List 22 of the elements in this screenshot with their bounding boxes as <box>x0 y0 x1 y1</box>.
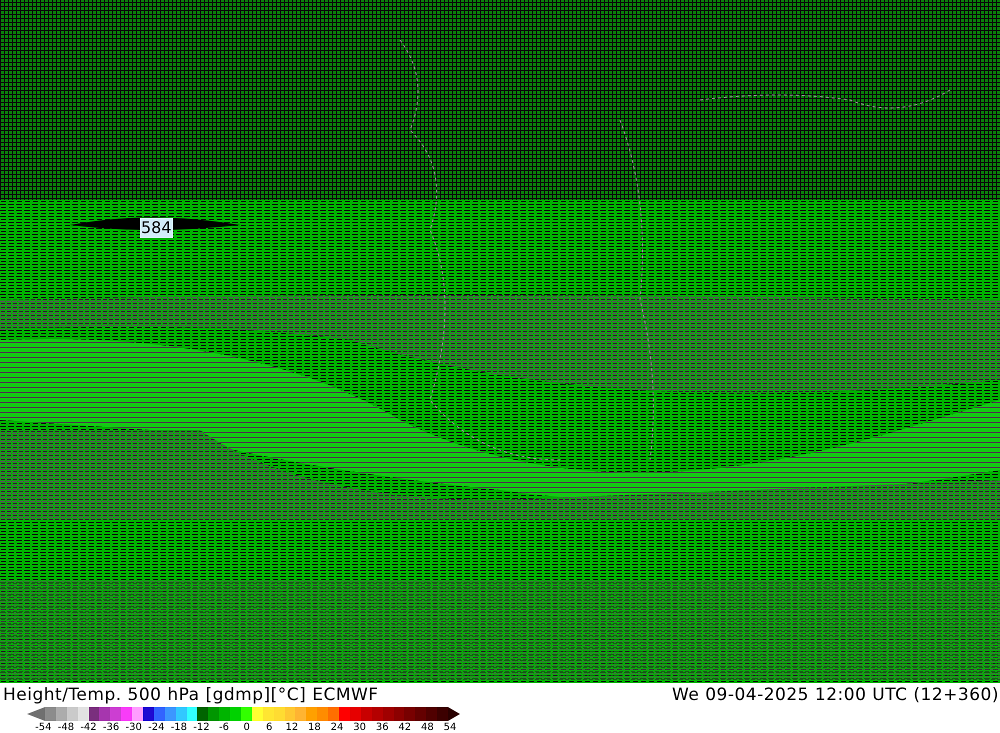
legend-tick-label: -30 <box>124 722 143 733</box>
map-title: Height/Temp. 500 hPa [gdmp][°C] ECMWF <box>3 684 379 707</box>
contour-label: 584 <box>140 218 173 238</box>
legend-tick-label: -18 <box>170 722 188 733</box>
legend-tick-label: 24 <box>330 722 344 733</box>
legend-tick-label: -54 <box>34 722 52 733</box>
legend-tick-label: -48 <box>56 722 76 733</box>
legend-tick-label: -6 <box>218 722 230 733</box>
legend-tick-label: 12 <box>284 722 300 733</box>
legend-tick-label: -36 <box>102 722 120 733</box>
legend-tick-label: -42 <box>79 722 98 733</box>
legend-tick-label: -24 <box>147 722 166 733</box>
legend-tick-label: 54 <box>442 722 458 733</box>
legend-tick-label: 6 <box>265 722 274 733</box>
legend-tick-label: 36 <box>374 722 390 733</box>
legend-tick-label: 18 <box>307 722 322 733</box>
legend-tick-label: -12 <box>192 722 211 733</box>
legend-tick-label: 42 <box>397 722 412 733</box>
legend-tick-label: 30 <box>352 722 367 733</box>
legend-tick-label: 0 <box>242 722 251 733</box>
legend-tick-label: 48 <box>420 722 435 733</box>
valid-time: We 09-04-2025 12:00 UTC (12+360) <box>672 684 999 707</box>
